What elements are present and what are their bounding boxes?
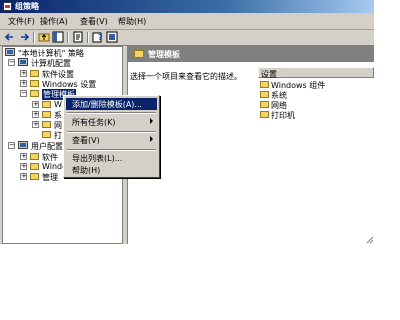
folder-open-icon xyxy=(30,90,39,97)
folder-icon xyxy=(30,153,39,160)
folder-icon xyxy=(42,111,51,118)
svg-text:?: ? xyxy=(98,33,103,42)
menu-separator xyxy=(67,112,156,114)
resize-grip-icon[interactable] xyxy=(366,236,374,244)
folder-icon xyxy=(260,91,269,98)
expand-icon[interactable]: + xyxy=(20,80,27,87)
details-header: 管理模板 xyxy=(128,46,374,62)
folder-icon xyxy=(42,131,51,138)
menu-separator xyxy=(67,149,156,151)
export-icon[interactable] xyxy=(106,31,118,43)
expand-icon[interactable]: + xyxy=(20,153,27,160)
folder-icon xyxy=(30,80,39,87)
toolbar-separator xyxy=(33,32,35,43)
submenu-arrow-icon xyxy=(150,118,153,124)
menu-view[interactable]: 查看(V) xyxy=(80,16,108,27)
toolbar-separator xyxy=(87,32,89,43)
collapse-icon[interactable]: − xyxy=(8,142,15,149)
help-icon[interactable]: ? xyxy=(92,31,104,43)
show-tree-icon[interactable] xyxy=(52,31,64,43)
back-icon[interactable] xyxy=(4,31,16,43)
toolbar-separator xyxy=(67,32,69,43)
computer-icon xyxy=(18,58,28,66)
app-icon xyxy=(3,2,12,11)
folder-icon xyxy=(134,50,144,58)
submenu-arrow-icon xyxy=(150,136,153,142)
expand-icon[interactable]: + xyxy=(32,101,39,108)
folder-icon xyxy=(260,111,269,118)
menu-item-export-list[interactable]: 导出列表(L)... xyxy=(66,152,157,164)
forward-icon[interactable] xyxy=(18,31,30,43)
context-menu: 添加/删除模板(A)... 所有任务(K) 查看(V) 导出列表(L)... 帮… xyxy=(63,95,160,178)
group-policy-window: 组策略 文件(F) 操作(A) 查看(V) 帮助(H) ? "本地计算机" 策略… xyxy=(0,0,374,244)
policy-icon xyxy=(5,48,15,56)
up-folder-icon[interactable] xyxy=(38,31,50,43)
expand-icon[interactable]: + xyxy=(32,111,39,118)
folder-icon xyxy=(30,173,39,180)
column-header-settings[interactable]: 设置 xyxy=(258,67,374,79)
folder-icon xyxy=(30,163,39,170)
tree-node-root[interactable]: "本地计算机" 策略 xyxy=(5,48,120,58)
menu-file[interactable]: 文件(F) xyxy=(8,16,35,27)
properties-icon[interactable] xyxy=(72,31,84,43)
collapse-icon[interactable]: − xyxy=(8,59,15,66)
menu-help[interactable]: 帮助(H) xyxy=(118,16,146,27)
title-bar[interactable]: 组策略 xyxy=(0,0,374,13)
folder-icon xyxy=(260,101,269,108)
description-text: 选择一个项目来查看它的描述。 xyxy=(130,72,242,81)
details-pane: 管理模板 选择一个项目来查看它的描述。 设置 Windows 组件 系统 网络 … xyxy=(127,46,374,244)
menu-item-help[interactable]: 帮助(H) xyxy=(66,164,157,176)
folder-icon xyxy=(42,101,51,108)
tree-node-windows-settings[interactable]: + Windows 设置 xyxy=(5,79,120,89)
expand-icon[interactable]: + xyxy=(20,70,27,77)
toolbar: ? xyxy=(0,30,374,46)
folder-icon xyxy=(30,70,39,77)
folder-icon xyxy=(260,81,269,88)
tree-node-software-settings[interactable]: + 软件设置 xyxy=(5,69,120,79)
expand-icon[interactable]: + xyxy=(32,121,39,128)
details-title: 管理模板 xyxy=(148,50,180,59)
menu-action[interactable]: 操作(A) xyxy=(40,16,68,27)
tree-node-computer-config[interactable]: − 计算机配置 xyxy=(5,58,120,68)
user-icon xyxy=(18,141,28,149)
expand-icon[interactable]: + xyxy=(20,173,27,180)
menu-item-add-remove-templates[interactable]: 添加/删除模板(A)... xyxy=(66,98,157,110)
folder-icon xyxy=(42,121,51,128)
window-title: 组策略 xyxy=(15,2,39,11)
menu-item-all-tasks[interactable]: 所有任务(K) xyxy=(66,116,157,128)
menu-bar: 文件(F) 操作(A) 查看(V) 帮助(H) xyxy=(0,13,374,30)
menu-item-view[interactable]: 查看(V) xyxy=(66,134,157,146)
expand-icon[interactable]: + xyxy=(20,163,27,170)
collapse-icon[interactable]: − xyxy=(20,90,27,97)
menu-separator xyxy=(67,131,156,133)
settings-list: 设置 Windows 组件 系统 网络 打印机 xyxy=(258,67,374,244)
